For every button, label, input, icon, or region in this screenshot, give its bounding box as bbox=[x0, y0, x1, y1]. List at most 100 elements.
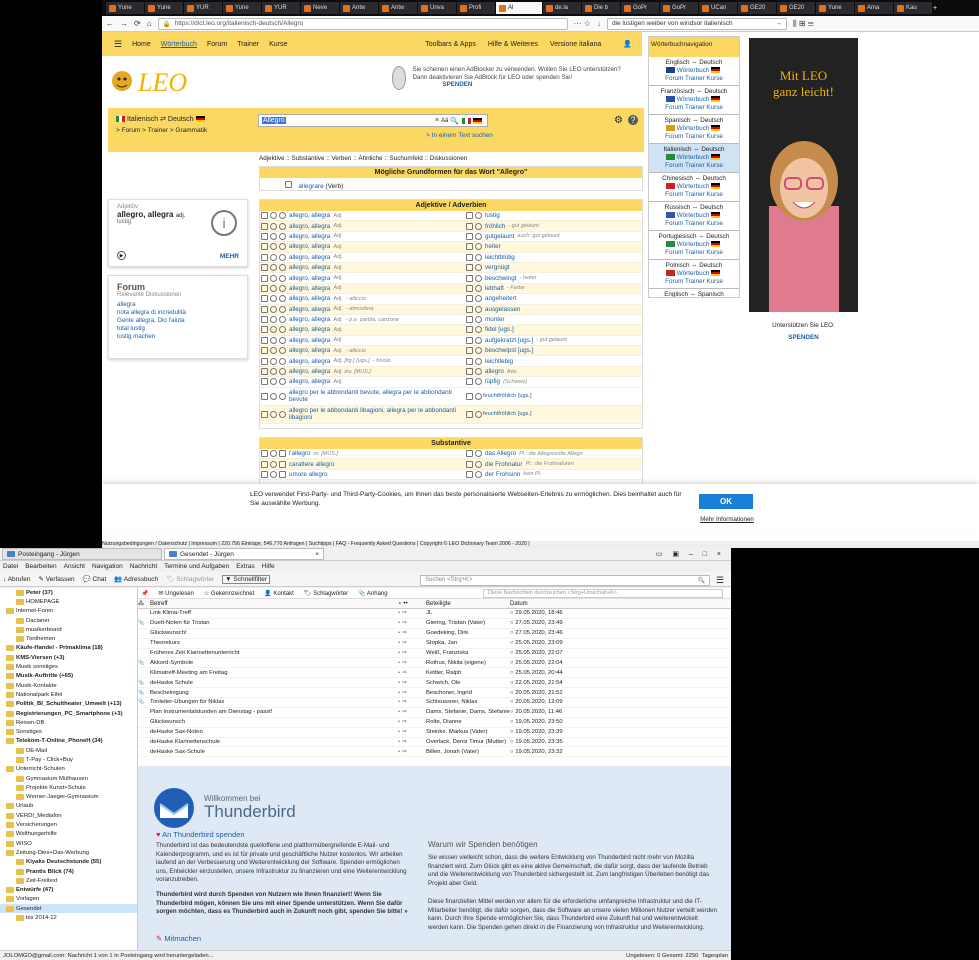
folder-item[interactable]: Welthungerhilfe bbox=[0, 830, 137, 839]
save-icon[interactable] bbox=[261, 357, 268, 365]
toolbar-icons[interactable]: ⫼ ⊞ ☰ bbox=[793, 19, 814, 29]
folder-item[interactable]: Prantls Blick (74) bbox=[0, 867, 137, 876]
folder-item[interactable]: Sonstiges bbox=[0, 727, 137, 736]
special-chars-button[interactable]: Aä bbox=[441, 118, 448, 124]
italian-word[interactable]: allegro, allegra bbox=[289, 254, 330, 261]
audio-icon[interactable] bbox=[475, 274, 482, 282]
menu-nachricht[interactable]: Nachricht bbox=[130, 563, 157, 570]
dictnav-sub-links[interactable]: Forum Trainer Kurse bbox=[649, 249, 739, 257]
clear-icon[interactable]: × bbox=[435, 117, 439, 124]
browser-tab[interactable]: de.la bbox=[543, 2, 581, 14]
table-icon[interactable] bbox=[466, 253, 473, 261]
german-word[interactable]: fröhlich bbox=[485, 223, 505, 230]
col-date[interactable]: Datum bbox=[510, 601, 640, 607]
german-word[interactable]: angeheitert bbox=[485, 295, 517, 302]
info-icon[interactable] bbox=[270, 368, 277, 376]
save-icon[interactable] bbox=[261, 450, 268, 458]
leo-nav-trainer[interactable]: Trainer bbox=[237, 41, 259, 48]
audio-icon[interactable] bbox=[279, 274, 286, 282]
table-icon[interactable] bbox=[466, 326, 473, 334]
folder-item[interactable]: musikerboard bbox=[0, 625, 137, 634]
reload-icon[interactable]: ⟳ bbox=[134, 19, 141, 28]
dictnav-item[interactable]: Russisch ⇔ Deutsch Wörterbuch Forum Traine… bbox=[649, 202, 739, 231]
save-icon[interactable] bbox=[261, 212, 268, 220]
german-noun[interactable]: das Allegro bbox=[485, 450, 516, 457]
dictnav-sub-links[interactable]: Forum Trainer Kurse bbox=[649, 220, 739, 228]
info-icon[interactable] bbox=[270, 326, 277, 334]
dictnav-item[interactable]: Französisch ⇔ Deutsch Wörterbuch Forum Tra… bbox=[649, 86, 739, 115]
audio-icon[interactable] bbox=[279, 295, 286, 303]
help-icon[interactable]: ? bbox=[628, 115, 638, 125]
message-row[interactable]: 📎 deHaske Schule • ⇒ Schwich, Ole ○ 22.05.20… bbox=[138, 678, 731, 689]
forum-link[interactable]: nota allegra di incredulità bbox=[117, 309, 239, 317]
save-icon[interactable] bbox=[261, 305, 268, 313]
dictnav-dict-link[interactable]: Wörterbuch bbox=[649, 125, 739, 133]
cookie-ok-button[interactable]: OK bbox=[699, 494, 753, 509]
dictnav-item[interactable]: Englisch ⇔ SpanischWörterbuchForum Train… bbox=[649, 289, 739, 297]
folder-item[interactable]: Registrierungen_PC_Smartphone (+3) bbox=[0, 709, 137, 718]
browser-tab[interactable]: Yune bbox=[816, 2, 854, 14]
donate-link[interactable]: ♥ An Thunderbird spenden bbox=[156, 830, 245, 839]
folder-item[interactable]: Peter (37) bbox=[0, 588, 137, 597]
audio-icon[interactable] bbox=[475, 410, 482, 418]
leo-search-input[interactable]: Allegro × Aä 🔍 bbox=[258, 114, 488, 127]
window-controls[interactable]: ▭ ▣ – □ × bbox=[656, 550, 731, 558]
col-flags[interactable]: ⋆ •• bbox=[398, 600, 426, 607]
audio-icon[interactable] bbox=[279, 336, 286, 344]
german-word[interactable]: feuchtfröhlich [ugs.] bbox=[483, 393, 532, 399]
result-filter-line[interactable]: Adjektive :: Substantive :: Verben :: Äh… bbox=[259, 155, 467, 162]
folder-item[interactable]: VERDI_Mediafon bbox=[0, 811, 137, 820]
info-icon[interactable] bbox=[270, 470, 277, 478]
info-icon[interactable] bbox=[270, 284, 277, 292]
audio-icon[interactable] bbox=[475, 347, 482, 355]
message-row[interactable]: Theorekurs • ⇒ Stopka, Jan ○ 25.05.2020, 23… bbox=[138, 639, 731, 649]
more-link[interactable]: MEHR bbox=[220, 253, 239, 260]
tb-search-field[interactable]: Suchen <Strg+K> 🔍 bbox=[420, 575, 710, 586]
info-icon[interactable] bbox=[270, 378, 277, 386]
dictnav-dict-link[interactable]: Wörterbuch bbox=[649, 183, 739, 191]
save-icon[interactable] bbox=[261, 378, 268, 386]
info-icon[interactable] bbox=[270, 243, 277, 251]
save-icon[interactable] bbox=[261, 274, 268, 282]
dictnav-item[interactable]: Polnisch ⇔ Deutsch Wörterbuch Forum Traine… bbox=[649, 260, 739, 289]
table-icon[interactable] bbox=[466, 232, 473, 240]
filter-kontakt[interactable]: 👤 Kontakt bbox=[264, 590, 293, 597]
message-row[interactable]: deHaske Sax-Schule • ⇒ Billen, Jonah (Vate… bbox=[138, 747, 731, 758]
audio-icon[interactable] bbox=[475, 326, 482, 334]
folder-item[interactable]: Telekom-T-Online_PhoneH (34) bbox=[0, 737, 137, 746]
table-icon[interactable] bbox=[285, 181, 292, 188]
folder-item[interactable]: Politik_BI_Schultheater_Umwelt (+13) bbox=[0, 700, 137, 709]
folder-item[interactable]: Werner-Jaeger-Gymnasium bbox=[0, 793, 137, 802]
message-row[interactable]: Klimatreff-Meeting am Freitag • ⇒ Kettler,… bbox=[138, 668, 731, 679]
agenda-toggle[interactable]: Tagesplan bbox=[702, 953, 728, 959]
german-word[interactable]: beschwingt bbox=[485, 275, 517, 282]
menu-hilfe[interactable]: Hilfe bbox=[262, 563, 275, 570]
pin-icon[interactable]: 📌 bbox=[141, 590, 148, 597]
german-word[interactable]: leichtblütig bbox=[485, 254, 515, 261]
audio-icon[interactable] bbox=[475, 316, 482, 324]
table-icon[interactable] bbox=[466, 222, 473, 230]
menu-termine-und-aufgaben[interactable]: Termine und Aufgaben bbox=[164, 563, 229, 570]
folder-item[interactable]: Internet-Foren bbox=[0, 607, 137, 616]
message-row[interactable]: deHaske Klarinettenschule • ⇒ Overlack, De… bbox=[138, 738, 731, 748]
audio-icon[interactable] bbox=[475, 368, 482, 376]
message-row[interactable]: 📎 Akkord-Symbole • ⇒ Rothus, Nikita (eigene… bbox=[138, 658, 731, 669]
folder-item[interactable]: Kiyaks Deutschstunde (55) bbox=[0, 858, 137, 867]
folder-item[interactable]: KMS-Viersen (+3) bbox=[0, 653, 137, 662]
message-row[interactable]: Früheres Zeit Klarinettenunterricht • ⇒ We… bbox=[138, 649, 731, 659]
german-noun[interactable]: die Frohnatur bbox=[485, 461, 522, 468]
dictnav-sub-links[interactable]: Forum Trainer Kurse bbox=[649, 191, 739, 199]
folder-item[interactable]: Dacianer bbox=[0, 616, 137, 625]
italian-phrase[interactable]: allegro per le abbondanti bevute, allegr… bbox=[289, 389, 465, 403]
info-icon[interactable] bbox=[270, 222, 277, 230]
dictnav-item[interactable]: Chinesisch ⇔ Deutsch Wörterbuch Forum Trai… bbox=[649, 173, 739, 202]
menu-navigation[interactable]: Navigation bbox=[92, 563, 123, 570]
leo-nav-link[interactable]: Hilfe & Weiteres bbox=[488, 41, 538, 48]
forum-link[interactable]: allegra bbox=[117, 301, 239, 309]
filter-search-field[interactable]: Diese Nachrichten durchsuchen <Strg+Umsc… bbox=[483, 589, 723, 598]
audio-icon[interactable] bbox=[475, 470, 482, 478]
dictnav-dict-link[interactable]: Wörterbuch bbox=[649, 67, 739, 75]
italian-word[interactable]: allegro, allegra bbox=[289, 347, 330, 354]
audio-icon[interactable] bbox=[475, 243, 482, 251]
dictnav-dict-link[interactable]: Wörterbuch bbox=[649, 154, 739, 162]
